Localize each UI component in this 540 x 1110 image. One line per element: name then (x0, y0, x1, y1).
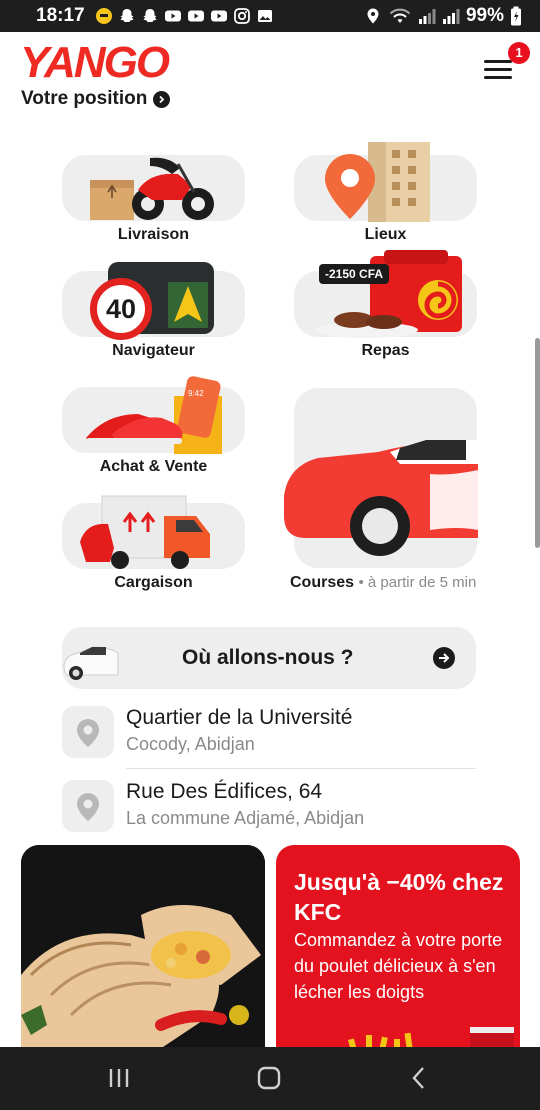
back-icon[interactable] (406, 1065, 432, 1091)
promo-kfc-card[interactable]: Jusqu'à −40% chez KFC Commandez à votre … (276, 845, 520, 1055)
motorbike-icon (90, 157, 214, 220)
address-title: Rue Des Édifices, 64 (126, 780, 323, 803)
speed-limit-sign: 40 (90, 278, 152, 340)
lieux-label: Lieux (364, 226, 407, 243)
battery-percentage: 99% (465, 5, 504, 26)
cargo-truck-icon (80, 495, 210, 569)
service-courses[interactable]: Courses • à partir de 5 min (274, 386, 494, 596)
signal-icon (442, 9, 460, 24)
notification-icons (95, 7, 274, 25)
emoji-notification-icon (95, 8, 112, 24)
where-to-search-bar[interactable]: Où allons-nous ? (62, 627, 476, 689)
achat-vente-label: Achat & Vente (99, 458, 208, 475)
chevron-right-icon (153, 90, 171, 108)
recent-apps-icon[interactable] (106, 1065, 132, 1091)
kfc-promo-body: Commandez à votre porte du poulet délici… (294, 930, 503, 1002)
system-navigation-bar (0, 1047, 540, 1110)
snapchat-icon (120, 9, 134, 22)
courses-eta: • à partir de 5 min (358, 574, 477, 591)
courses-label: Courses • à partir de 5 min (290, 574, 476, 592)
position-selector[interactable]: Votre position (21, 88, 171, 110)
shopping-icon (86, 376, 222, 454)
burrito-image (21, 845, 265, 1055)
wifi-icon (389, 8, 411, 23)
livraison-label: Livraison (117, 226, 190, 243)
status-bar: 18:17 99% (0, 0, 540, 32)
address-subtitle: La commune Adjamé, Abidjan (126, 808, 365, 828)
hamburger-icon (484, 60, 512, 63)
navigation-arrow-icon (168, 282, 208, 328)
instagram-icon (233, 8, 250, 24)
service-cargaison[interactable]: Cargaison (62, 494, 246, 592)
service-repas[interactable]: -2150 CFA Repas (294, 250, 478, 360)
position-label: Votre position (21, 88, 148, 109)
address-title: Quartier de la Université (126, 706, 353, 729)
yango-home-screen: 18:17 99% YANGO Votre position 1 Livrais… (0, 0, 540, 1110)
service-livraison[interactable]: Livraison (62, 150, 246, 246)
home-icon[interactable] (256, 1065, 282, 1091)
gallery-icon (257, 10, 272, 22)
phone-time: 9:42 (188, 389, 204, 398)
youtube-icon (164, 10, 181, 22)
cargaison-label: Cargaison (114, 574, 193, 591)
service-navigateur[interactable]: 40 Navigateur (62, 262, 246, 360)
status-time: 18:17 (36, 5, 85, 26)
repas-label: Repas (361, 342, 410, 359)
location-pin-icon (62, 706, 114, 758)
youtube-icon (210, 10, 227, 22)
menu-button[interactable] (484, 60, 512, 86)
menu-notification-badge: 1 (508, 42, 530, 64)
system-indicators: 99% (364, 5, 522, 27)
promo-food-card[interactable] (21, 845, 265, 1055)
car-icon (284, 440, 478, 556)
arrow-right-icon (433, 647, 455, 669)
yango-logo: YANGO (20, 38, 170, 87)
where-to-prompt: Où allons-nous ? (182, 646, 354, 669)
signal-icon (418, 9, 436, 24)
youtube-icon (187, 10, 204, 22)
location-icon (367, 8, 379, 24)
recent-address-item[interactable]: Rue Des Édifices, 64 La commune Adjamé, … (62, 780, 476, 854)
price-tag: -2150 CFA (319, 264, 390, 284)
service-lieux[interactable]: Lieux (294, 142, 478, 246)
hamburger-line (484, 68, 512, 71)
car-thumbnail-icon (63, 646, 119, 680)
kfc-promo-title: Jusqu'à −40% chez KFC (294, 869, 504, 925)
hamburger-line (484, 76, 512, 79)
service-achat-vente[interactable]: 9:42 Achat & Vente (62, 376, 246, 476)
location-pin-icon (62, 780, 114, 832)
address-subtitle: Cocody, Abidjan (126, 734, 255, 754)
courses-title: Courses (290, 574, 355, 591)
divider (126, 768, 476, 769)
scrollbar[interactable] (535, 338, 540, 548)
building-pin-icon (325, 142, 430, 222)
battery-icon (511, 6, 521, 26)
navigateur-label: Navigateur (112, 342, 195, 359)
snapchat-icon (143, 9, 157, 22)
